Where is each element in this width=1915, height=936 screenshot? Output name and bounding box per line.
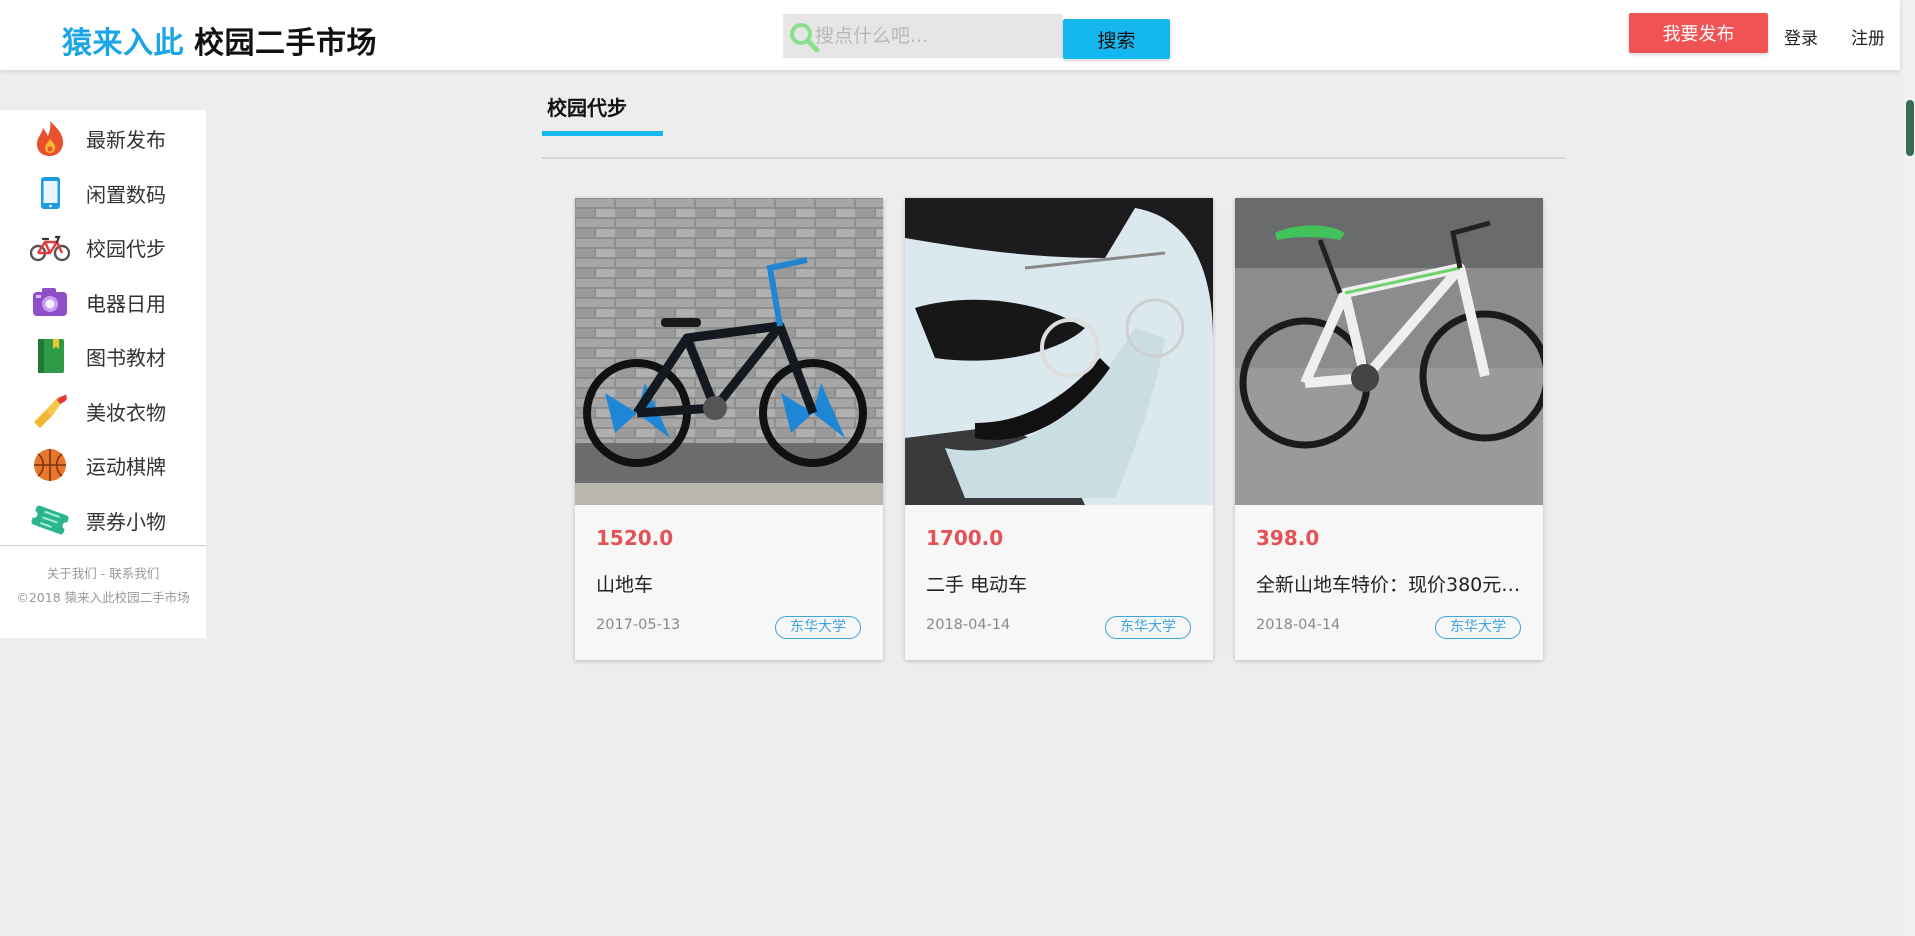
sidebar-item-label: 闲置数码 — [86, 182, 166, 207]
section-title: 校园代步 — [547, 96, 627, 120]
search-button[interactable]: 搜索 — [1063, 19, 1170, 59]
phone-icon — [41, 176, 60, 209]
scrollbar-thumb[interactable] — [1906, 100, 1914, 156]
sidebar-item-transport[interactable]: 校园代步 — [0, 219, 206, 274]
site-logo[interactable]: 猿来入此 校园二手市场 — [62, 18, 377, 62]
mountain-bike-photo[interactable] — [575, 198, 883, 505]
sidebar-item-label: 美妆衣物 — [86, 400, 166, 425]
top-header: 猿来入此校园二手市场 搜索 我要发布 登录 注册 — [0, 0, 1900, 70]
product-card[interactable]: 1520.0 山地车 2017-05-13 东华大学 — [575, 198, 883, 660]
search-input[interactable] — [815, 14, 1055, 58]
product-card[interactable]: 398.0 全新山地车特价：现价380元，原价580元 2018-04-14 东… — [1235, 198, 1543, 660]
school-tag: 东华大学 — [1435, 616, 1521, 639]
publish-button[interactable]: 我要发布 — [1629, 13, 1768, 53]
bicycle-icon — [30, 235, 70, 262]
sidebar-item-tickets[interactable]: 票券小物 — [0, 492, 206, 547]
electric-scooter-photo[interactable] — [905, 198, 1213, 505]
product-date: 2018-04-14 — [926, 617, 1011, 633]
search-box — [783, 14, 1063, 58]
product-price: 398.0 — [1256, 526, 1320, 550]
footer-copyright: ©2018 猿来入此校园二手市场 — [16, 590, 190, 605]
camera-icon — [33, 287, 67, 316]
product-price: 1520.0 — [596, 526, 674, 550]
sidebar-item-digital[interactable]: 闲置数码 — [0, 165, 206, 220]
product-name[interactable]: 山地车 — [596, 570, 866, 597]
logo-subtitle: 校园二手市场 — [194, 26, 377, 61]
sidebar-item-appliances[interactable]: 电器日用 — [0, 274, 206, 329]
school-tag: 东华大学 — [1105, 616, 1191, 639]
book-icon — [38, 339, 64, 373]
product-date: 2018-04-14 — [1256, 617, 1341, 633]
ticket-icon — [30, 505, 70, 534]
sidebar-item-beauty[interactable]: 美妆衣物 — [0, 383, 206, 438]
basketball-icon — [34, 449, 66, 481]
register-link[interactable]: 注册 — [1851, 24, 1885, 49]
sidebar-item-label: 票券小物 — [86, 509, 166, 534]
school-tag: 东华大学 — [775, 616, 861, 639]
sidebar-item-label: 图书教材 — [86, 346, 166, 370]
sidebar-item-sports[interactable]: 运动棋牌 — [0, 437, 206, 492]
logo-brand: 猿来入此 — [62, 26, 184, 61]
product-card[interactable]: 1700.0 二手 电动车 2018-04-14 东华大学 — [905, 198, 1213, 660]
sidebar-item-books[interactable]: 图书教材 — [0, 328, 206, 383]
sidebar-item-label: 电器日用 — [86, 291, 166, 316]
white-mountain-bike-photo[interactable] — [1235, 198, 1543, 505]
product-name[interactable]: 全新山地车特价：现价380元，原价580元 — [1256, 570, 1526, 597]
product-date: 2017-05-13 — [596, 617, 681, 633]
footer-links[interactable]: 关于我们 - 联系我们 — [0, 562, 206, 586]
section-divider — [542, 157, 1565, 159]
sidebar-item-latest[interactable]: 最新发布 — [0, 110, 206, 165]
sidebar-item-label: 运动棋牌 — [86, 455, 166, 479]
sidebar-divider — [0, 545, 206, 546]
sidebar-footer: 关于我们 - 联系我们 ©2018 猿来入此校园二手市场 — [0, 562, 206, 610]
product-name[interactable]: 二手 电动车 — [926, 570, 1196, 597]
login-link[interactable]: 登录 — [1784, 24, 1818, 49]
product-price: 1700.0 — [926, 526, 1004, 550]
sidebar-item-label: 最新发布 — [86, 128, 166, 152]
lipstick-icon — [34, 393, 67, 428]
sidebar-item-label: 校园代步 — [86, 237, 166, 261]
category-sidebar: 最新发布 闲置数码 校园代步 电器日用 图书教材 美妆衣物 运动棋牌 票券小物 … — [0, 110, 206, 638]
section-title-underline — [542, 131, 663, 136]
fire-icon — [37, 121, 64, 156]
